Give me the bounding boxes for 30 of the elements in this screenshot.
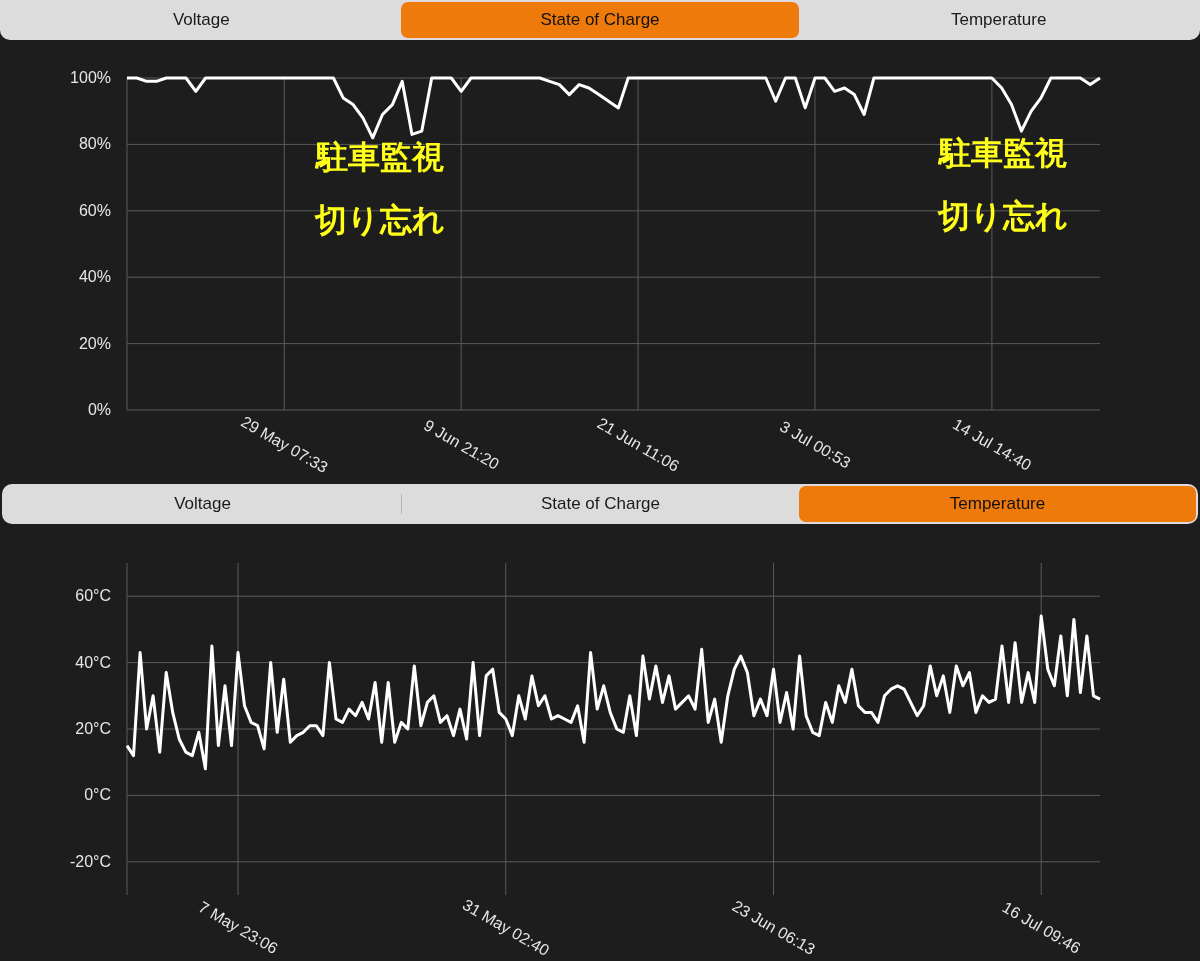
axis-tick-label: 3 Jul 00:53 (777, 417, 854, 472)
axis-tick-label: 0% (87, 401, 111, 418)
axis-tick-label: 40°C (75, 653, 111, 671)
axis-tick-label: 20°C (75, 720, 111, 737)
annotation-text: 駐車監視 (316, 138, 444, 175)
axis-tick-label: 9 Jun 21:20 (420, 416, 502, 473)
axis-tick-label: 0°C (84, 786, 111, 804)
segment-tab[interactable]: Voltage (2, 2, 401, 38)
annotation-text: 切り忘れ (315, 201, 445, 238)
annotation-text: 駐車監視 (938, 135, 1067, 172)
axis-tick-label: 23 Jun 06:13 (729, 897, 819, 959)
axis-tick-label: 29 May 07:33 (238, 412, 331, 477)
axis-tick-label: 80% (78, 135, 111, 153)
segment-tab[interactable]: Voltage (4, 486, 401, 522)
segment-tab[interactable]: Temperature (799, 486, 1196, 522)
axis-tick-label: 7 May 23:06 (195, 898, 281, 957)
axis-tick-label: 100% (70, 69, 111, 86)
axis-tick-label: 21 Jun 11:06 (594, 414, 683, 475)
axis-tick-label: 20% (78, 334, 111, 352)
segment-tab[interactable]: State of Charge (402, 486, 799, 522)
segment-tab[interactable]: Temperature (799, 2, 1198, 38)
axis-tick-label: 16 Jul 09:46 (999, 898, 1084, 957)
segment-tab[interactable]: State of Charge (400, 2, 800, 38)
axis-tick-label: 60% (78, 201, 111, 219)
axis-tick-label: 31 May 02:40 (459, 895, 553, 960)
axis-tick-label: -20°C (69, 852, 111, 870)
axis-tick-label: 60°C (75, 587, 111, 605)
annotation-text: 切り忘れ (937, 198, 1068, 235)
axis-tick-label: 40% (78, 268, 111, 286)
axis-tick-label: 14 Jul 14:40 (950, 415, 1035, 474)
